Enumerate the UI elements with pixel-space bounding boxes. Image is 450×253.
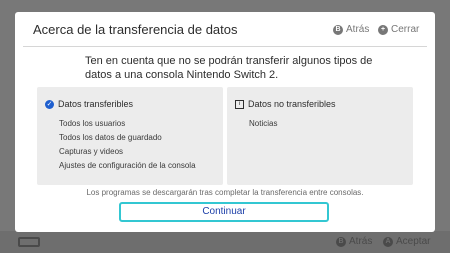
non-transferable-list: Noticias bbox=[249, 117, 277, 131]
transferable-list: Todos los usuarios Todos los datos de gu… bbox=[59, 117, 196, 173]
continue-button[interactable]: Continuar bbox=[119, 202, 329, 222]
bottom-bar: B Atrás A Aceptar bbox=[0, 231, 450, 253]
list-item: Capturas y videos bbox=[59, 147, 124, 156]
close-label: Cerrar bbox=[391, 24, 420, 35]
transferable-heading-label: Datos transferibles bbox=[58, 99, 134, 109]
a-button-icon: A bbox=[383, 236, 393, 247]
back-button[interactable]: B Atrás bbox=[333, 24, 369, 35]
plus-button-icon: + bbox=[378, 24, 388, 35]
bottom-back-hint[interactable]: B Atrás bbox=[336, 236, 372, 247]
download-footnote: Los programas se descargarán tras comple… bbox=[86, 188, 364, 197]
bottom-accept-hint[interactable]: A Aceptar bbox=[383, 236, 430, 247]
transferable-panel: ✓ Datos transferibles Todos los usuarios… bbox=[37, 87, 223, 185]
check-circle-icon: ✓ bbox=[45, 99, 54, 109]
list-item: Ajustes de configuración de la consola bbox=[59, 161, 196, 170]
info-square-icon: i bbox=[235, 99, 244, 109]
non-transferable-heading-label: Datos no transferibles bbox=[248, 99, 336, 109]
bottom-accept-label: Aceptar bbox=[396, 236, 431, 247]
dialog-message: Ten en cuenta que no se podrán transferi… bbox=[85, 55, 373, 81]
dialog-header: Acerca de la transferencia de datos B At… bbox=[15, 12, 435, 47]
dialog-title: Acerca de la transferencia de datos bbox=[33, 22, 238, 37]
b-button-icon: B bbox=[333, 24, 343, 35]
list-item: Noticias bbox=[249, 119, 278, 128]
header-divider bbox=[23, 46, 427, 47]
list-item: Todos los datos de guardado bbox=[59, 133, 162, 142]
controller-icon bbox=[18, 237, 40, 247]
list-item: Todos los usuarios bbox=[59, 119, 126, 128]
transfer-info-dialog: Acerca de la transferencia de datos B At… bbox=[15, 12, 435, 232]
non-transferable-panel: i Datos no transferibles Noticias bbox=[227, 87, 413, 185]
transferable-heading: ✓ Datos transferibles bbox=[45, 99, 133, 109]
back-label: Atrás bbox=[346, 24, 370, 35]
bottom-back-label: Atrás bbox=[349, 236, 373, 247]
non-transferable-heading: i Datos no transferibles bbox=[235, 99, 336, 109]
close-button[interactable]: + Cerrar bbox=[378, 24, 419, 35]
b-button-icon: B bbox=[336, 236, 346, 247]
